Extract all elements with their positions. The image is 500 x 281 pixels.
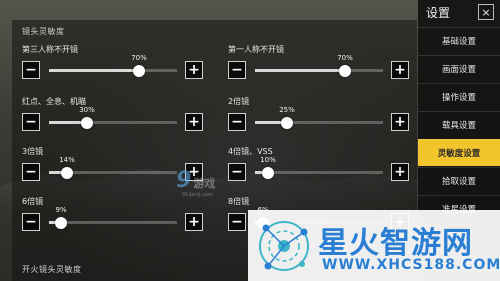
decrease-button[interactable]: − [228, 113, 246, 131]
decrease-button[interactable]: − [228, 163, 246, 181]
slider-track[interactable]: 9% [49, 206, 177, 229]
sidebar-item-1[interactable]: 基础设置 [418, 27, 500, 54]
watermark-logo-text: 9 [176, 168, 192, 193]
section-title-fire-sensitivity: 开火镜头灵敏度 [22, 265, 82, 274]
watermark-logo: 9 游戏 [176, 168, 215, 193]
sidebar-item-4[interactable]: 载具设置 [418, 111, 500, 138]
slider-label: 2倍镜 [228, 97, 250, 106]
increase-button[interactable]: + [391, 61, 409, 79]
brand-watermark: 星火智游网 WWW.XHCS188.COM [248, 210, 500, 281]
slider-value: 70% [337, 54, 353, 62]
decrease-button[interactable]: − [22, 113, 40, 131]
sidebar-title: 设置 [426, 6, 451, 20]
sensitivity-slider-5: 3倍镜 −14% + [22, 146, 203, 186]
slider-value: 70% [131, 54, 147, 62]
sidebar-item-2[interactable]: 画面设置 [418, 55, 500, 82]
slider-value: 14% [59, 156, 75, 164]
slider-value: 10% [260, 156, 276, 164]
slider-value: 9% [55, 206, 67, 214]
sensitivity-slider-4: 2倍镜 − 25% + [228, 96, 409, 136]
slider-label: 8倍镜 [228, 197, 250, 206]
slider-value: 30% [79, 106, 95, 114]
decrease-button[interactable]: − [228, 213, 246, 231]
slider-handle[interactable] [61, 166, 73, 179]
brand-emblem-icon [259, 221, 309, 271]
slider-label: 6倍镜 [22, 197, 44, 206]
watermark-logo-suffix: 游戏 [193, 177, 216, 190]
slider-label: 3倍镜 [22, 147, 44, 156]
watermark-url: 91danji.com [182, 192, 213, 198]
slider-fill [255, 69, 345, 72]
decrease-button[interactable]: − [228, 61, 246, 79]
brand-name: 星火智游网 [318, 226, 473, 261]
slider-label: 第三人称不开镜 [22, 45, 78, 54]
increase-button[interactable]: + [391, 163, 409, 181]
slider-label: 第一人称不开镜 [228, 45, 284, 54]
slider-track[interactable]: 70% [255, 54, 383, 77]
increase-button[interactable]: + [391, 113, 409, 131]
sensitivity-slider-7: 6倍镜 − 9% + [22, 196, 203, 236]
slider-track[interactable]: 30% [49, 106, 177, 129]
section-title-scope-sensitivity: 镜头灵敏度 [22, 27, 65, 36]
sensitivity-slider-2: 第一人称不开镜 − 70% + [228, 44, 409, 84]
slider-track[interactable]: 25% [255, 106, 383, 129]
slider-track[interactable]: 14% [49, 156, 177, 179]
slider-track[interactable]: 70% [49, 54, 177, 77]
decrease-button[interactable]: − [22, 61, 40, 79]
brand-url: WWW.XHCS188.COM [322, 257, 500, 273]
slider-handle[interactable] [133, 64, 145, 77]
sidebar-item-5[interactable]: 灵敏度设置 [418, 139, 500, 166]
close-icon[interactable]: × [478, 4, 494, 20]
slider-handle[interactable] [55, 216, 67, 229]
sidebar-item-3[interactable]: 操作设置 [418, 83, 500, 110]
sidebar-item-6[interactable]: 拾取设置 [418, 167, 500, 194]
slider-track[interactable]: 10% [255, 156, 383, 179]
slider-handle[interactable] [281, 116, 293, 129]
slider-handle[interactable] [81, 116, 93, 129]
slider-label: 红点、全息、机瞄 [22, 97, 86, 106]
increase-button[interactable]: + [185, 113, 203, 131]
slider-handle[interactable] [339, 64, 351, 77]
increase-button[interactable]: + [185, 213, 203, 231]
sensitivity-slider-1: 第三人称不开镜 − 70% + [22, 44, 203, 84]
slider-value: 25% [279, 106, 295, 114]
increase-button[interactable]: + [185, 61, 203, 79]
sensitivity-slider-6: 4倍镜、VSS −10% + [228, 146, 409, 186]
slider-fill [49, 69, 139, 72]
decrease-button[interactable]: − [22, 213, 40, 231]
slider-handle[interactable] [262, 166, 274, 179]
sensitivity-slider-3: 红点、全息、机瞄 − 30% + [22, 96, 203, 136]
decrease-button[interactable]: − [22, 163, 40, 181]
